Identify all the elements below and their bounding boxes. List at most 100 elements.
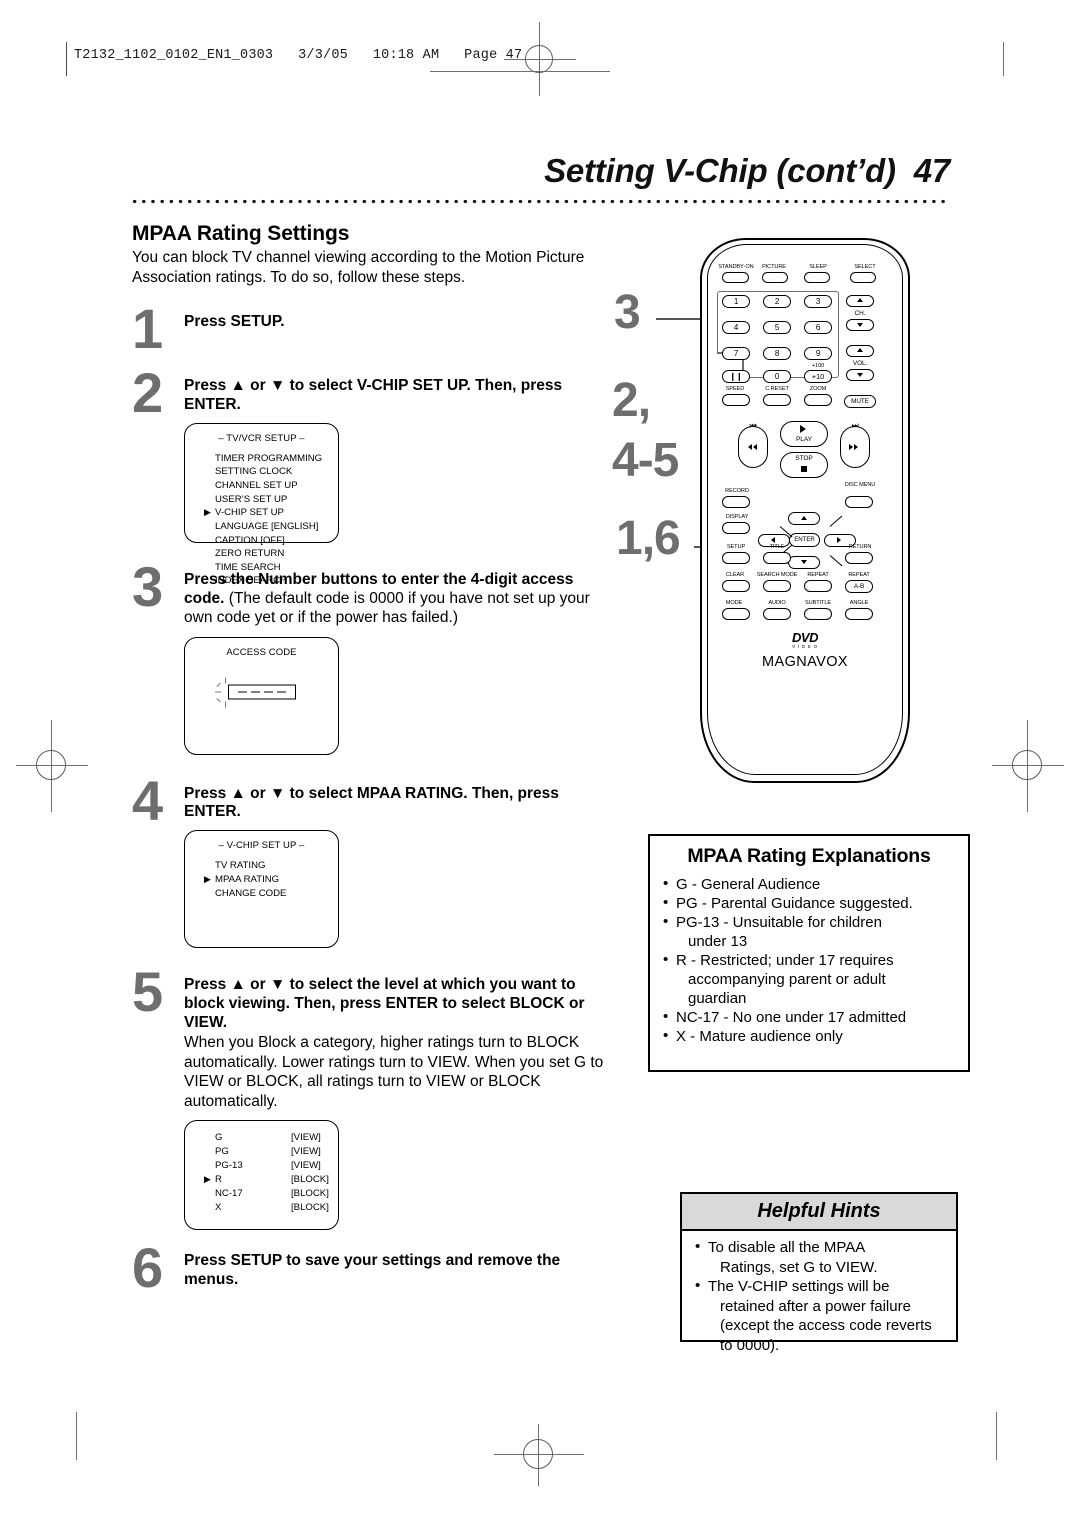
display-button[interactable] [722,522,750,534]
rating-row[interactable]: PG [VIEW] [215,1145,338,1159]
cursor-arrow-icon: ▶ [204,1173,211,1184]
chevron-up-icon [801,516,807,520]
osd-menu-item[interactable]: LANGUAGE [ENGLISH] [215,520,338,534]
explanation-item-continuation: accompanying parent or adult [688,971,886,989]
pause-icon: ❙❙ [729,372,743,381]
osd-label: CAPTION [OFF] [215,534,285,546]
label-ab: A-B [853,583,865,590]
label-zoom: ZOOM [809,386,827,392]
search-mode-button[interactable] [763,580,791,592]
label-title: TITLE [769,544,785,550]
number-label-1: 1 [733,297,739,306]
setup-button[interactable] [722,552,750,564]
osd-menu-item-selected[interactable]: ▶ V-CHIP SET UP [204,506,338,520]
registration-mark-right [988,716,1068,816]
page-title: Setting V-Chip (cont’d) 47 [130,152,950,190]
explanation-item: NC-17 - No one under 17 admitted [662,1007,958,1027]
page-header: Setting V-Chip (cont’d) 47 [130,152,950,204]
label-angle: ANGLE [849,600,869,606]
mode-button[interactable] [722,608,750,620]
step-text: Press SETUP to save your settings and re… [184,1252,561,1289]
access-code-field[interactable] [214,677,296,708]
osd-menu-item[interactable]: CAPTION [OFF] [215,534,338,548]
osd-label: CHANNEL SET UP [215,480,298,492]
rating-label: X [215,1201,222,1213]
fast-forward-icon [849,444,853,450]
label-standby-on: STANDBY·ON [718,264,754,270]
page-number: 47 [913,152,951,189]
label-setup: SETUP [726,544,746,550]
label-repeat-ab: REPEAT [848,572,870,578]
hint-item-continuation: (except the access code reverts [720,1317,932,1334]
osd-menu-item[interactable]: CHANNEL SET UP [215,479,338,493]
osd-label: TV RATING [215,860,266,872]
audio-button[interactable] [763,608,791,620]
osd-menu-item[interactable]: TV RATING [215,859,338,873]
slug-rule [66,42,67,76]
label-audio: AUDIO [768,600,786,606]
callout-leader-3 [656,318,704,320]
mpaa-explanations-box: MPAA Rating Explanations G - General Aud… [648,834,970,1072]
c-reset-button[interactable] [763,394,791,406]
standby-on-button[interactable] [722,272,749,283]
rating-row[interactable]: X [BLOCK] [215,1201,338,1215]
rating-label: PG-13 [215,1159,243,1171]
repeat-button[interactable] [804,580,832,592]
page-title-text: Setting V-Chip (cont’d) [544,152,896,189]
rating-label: PG [215,1146,229,1158]
label-disc-menu: DISC MENU [840,482,880,488]
step-text: Press SETUP. [184,313,285,331]
rating-row[interactable]: G [VIEW] [215,1131,338,1145]
number-label-7: 7 [733,349,739,358]
step-detail: When you Block a category, higher rating… [184,1034,604,1110]
label-display: DISPLAY [725,514,749,520]
record-button[interactable] [722,496,750,508]
rating-row[interactable]: NC-17 [BLOCK] [215,1187,338,1201]
subtitle-button[interactable] [804,608,832,620]
osd-menu-item[interactable]: ZERO RETURN [215,547,338,561]
cursor-arrow-icon: ▶ [204,507,211,518]
explanation-item: PG - Parental Guidance suggested. [662,893,958,913]
osd-menu-item[interactable]: CHANGE CODE [215,887,338,901]
clear-button[interactable] [722,580,750,592]
title-button[interactable] [763,552,791,564]
osd-label: SETTING CLOCK [215,466,293,478]
number-label-3: 3 [815,297,821,306]
code-digit-placeholder [263,691,273,693]
osd-menu-item[interactable]: SETTING CLOCK [215,465,338,479]
rating-row[interactable]: PG-13 [VIEW] [215,1159,338,1173]
rating-state: [VIEW] [291,1146,321,1158]
osd-menu-item[interactable]: TIMER PROGRAMMING [215,452,338,466]
step-number: 4 [132,768,164,832]
number-label-9: 9 [815,349,821,358]
chevron-down-icon [857,323,863,327]
number-label-6: 6 [815,323,821,332]
osd-title: – TV/VCR SETUP – [218,432,305,444]
sleep-button[interactable] [804,272,830,283]
instructions-column: MPAA Rating Settings You can block TV ch… [132,222,612,1296]
rating-label: G [215,1132,223,1144]
picture-button[interactable] [762,272,788,283]
step-number: 1 [132,297,164,361]
step-3: 3 Press the Number buttons to enter the … [132,558,612,755]
explanation-item-continuation: under 13 [688,933,748,951]
angle-button[interactable] [845,608,873,620]
hint-item-continuation: to 0000). [720,1336,780,1354]
number-label-5: 5 [774,323,780,332]
explanation-item: PG-13 - Unsuitable for children [662,912,958,932]
helpful-hints-box: Helpful Hints To disable all the MPAA Ra… [680,1192,958,1354]
return-button[interactable] [845,552,873,564]
zoom-button[interactable] [804,394,832,406]
speed-button[interactable] [722,394,750,406]
label-enter: ENTER [794,536,815,543]
osd-menu-item-selected[interactable]: ▶ MPAA RATING [204,873,338,887]
rewind-icon [753,444,757,450]
step-text: Press ▲ or ▼ to select the level at whic… [184,976,585,1032]
osd-menu-item[interactable]: USER’S SET UP [215,493,338,507]
rating-row-selected[interactable]: ▶ R [BLOCK] [204,1173,338,1187]
select-button[interactable] [850,272,876,283]
brand-logo: MAGNAVOX [762,654,848,670]
registration-mark-bottom [494,1420,584,1500]
disc-menu-button[interactable] [845,496,873,508]
chevron-right-icon [837,537,841,543]
